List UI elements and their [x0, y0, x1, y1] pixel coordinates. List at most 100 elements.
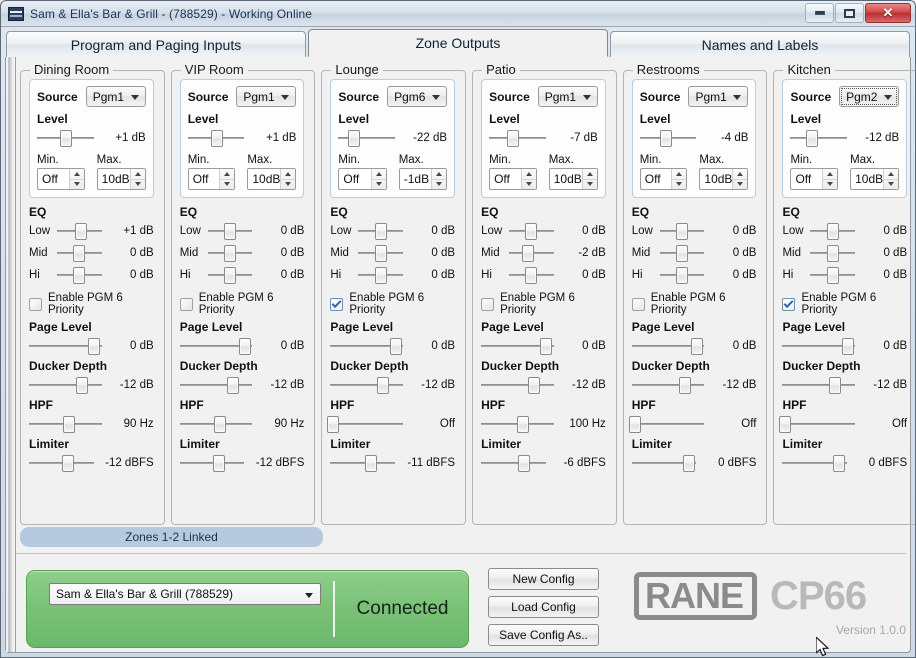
max-stepper-vip-room[interactable]: 10dB [247, 168, 297, 190]
pgm6-priority-checkbox-patio[interactable] [481, 297, 495, 311]
min-stepper-patio[interactable]: Off [489, 168, 537, 190]
eq-low-dining-room-slider[interactable] [57, 220, 102, 242]
limiter-restrooms-slider[interactable] [631, 452, 697, 474]
load-config-button[interactable]: Load Config [488, 596, 599, 618]
limiter-lounge-slider[interactable] [330, 452, 396, 474]
tab-program-and-paging-inputs[interactable]: Program and Paging Inputs [6, 31, 306, 57]
save-config-as-button[interactable]: Save Config As.. [488, 624, 599, 646]
level-patio-slider[interactable] [489, 127, 546, 149]
device-select[interactable]: Sam & Ella's Bar & Grill (788529) [49, 583, 321, 605]
max-stepper-kitchen[interactable]: 10dB [850, 168, 900, 190]
max-stepper-down[interactable] [733, 180, 747, 190]
min-stepper-buttons[interactable] [370, 169, 386, 189]
eq-mid-vip-room-slider[interactable] [207, 242, 253, 264]
min-stepper-down[interactable] [220, 180, 234, 190]
eq-low-patio-slider[interactable] [509, 220, 554, 242]
ducker-depth-lounge-thumb[interactable] [377, 377, 390, 394]
eq-mid-patio-thumb[interactable] [521, 245, 534, 262]
ducker-depth-restrooms-slider[interactable] [631, 374, 705, 396]
hpf-restrooms-thumb[interactable] [628, 416, 641, 433]
source-select-kitchen[interactable]: Pgm2 [839, 86, 900, 107]
min-stepper-kitchen[interactable]: Off [790, 168, 839, 190]
limiter-kitchen-thumb[interactable] [833, 455, 846, 472]
ducker-depth-kitchen-slider[interactable] [782, 374, 856, 396]
pgm6-priority-checkbox-lounge[interactable] [330, 297, 344, 311]
source-select-dining-room[interactable]: Pgm1 [85, 86, 146, 107]
eq-low-vip-room-thumb[interactable] [224, 223, 237, 240]
source-select-lounge[interactable]: Pgm6 [387, 86, 448, 107]
hpf-lounge-thumb[interactable] [327, 416, 340, 433]
max-stepper-buttons[interactable] [883, 169, 899, 189]
eq-low-dining-room-thumb[interactable] [75, 223, 88, 240]
max-stepper-up[interactable] [130, 169, 145, 180]
min-stepper-dining-room[interactable]: Off [37, 168, 85, 190]
max-stepper-up[interactable] [582, 169, 597, 180]
eq-hi-restrooms-thumb[interactable] [676, 267, 689, 284]
ducker-depth-dining-room-slider[interactable] [29, 374, 102, 396]
level-dining-room-thumb[interactable] [60, 130, 73, 147]
ducker-depth-vip-room-slider[interactable] [179, 374, 253, 396]
max-stepper-patio[interactable]: 10dB [548, 168, 598, 190]
min-stepper-down[interactable] [70, 180, 84, 190]
eq-mid-dining-room-slider[interactable] [57, 242, 102, 264]
pgm6-priority-row[interactable]: Enable PGM 6 Priority [29, 292, 154, 316]
source-select-vip-room[interactable]: Pgm1 [236, 86, 297, 107]
page-level-lounge-thumb[interactable] [389, 338, 402, 355]
level-restrooms-slider[interactable] [639, 127, 697, 149]
page-level-dining-room-thumb[interactable] [88, 338, 101, 355]
page-level-restrooms-slider[interactable] [631, 335, 705, 357]
limiter-patio-thumb[interactable] [517, 455, 530, 472]
max-stepper-buttons[interactable] [280, 169, 296, 189]
min-stepper-lounge[interactable]: Off [338, 168, 387, 190]
eq-mid-kitchen-slider[interactable] [810, 242, 856, 264]
pgm6-priority-row[interactable]: Enable PGM 6 Priority [631, 292, 757, 316]
ducker-depth-vip-room-thumb[interactable] [226, 377, 239, 394]
limiter-kitchen-slider[interactable] [782, 452, 848, 474]
hpf-patio-thumb[interactable] [517, 416, 530, 433]
page-level-vip-room-slider[interactable] [179, 335, 253, 357]
ducker-depth-dining-room-thumb[interactable] [76, 377, 89, 394]
limiter-dining-room-slider[interactable] [29, 452, 94, 474]
pgm6-priority-checkbox-vip-room[interactable] [179, 297, 193, 311]
source-select-restrooms[interactable]: Pgm1 [688, 86, 749, 107]
max-stepper-up[interactable] [281, 169, 296, 180]
page-level-patio-thumb[interactable] [540, 338, 553, 355]
max-stepper-lounge[interactable]: -1dB [398, 168, 448, 190]
eq-low-lounge-thumb[interactable] [374, 223, 387, 240]
ducker-depth-patio-slider[interactable] [481, 374, 554, 396]
hpf-patio-slider[interactable] [481, 413, 554, 435]
tab-names-and-labels[interactable]: Names and Labels [610, 31, 910, 57]
pgm6-priority-checkbox-dining-room[interactable] [29, 297, 42, 311]
eq-hi-lounge-slider[interactable] [358, 264, 404, 286]
new-config-button[interactable]: New Config [488, 568, 599, 590]
max-stepper-buttons[interactable] [129, 169, 145, 189]
eq-mid-dining-room-thumb[interactable] [73, 245, 86, 262]
eq-mid-kitchen-thumb[interactable] [826, 245, 839, 262]
limiter-vip-room-thumb[interactable] [212, 455, 225, 472]
limiter-restrooms-thumb[interactable] [682, 455, 695, 472]
pgm6-priority-row[interactable]: Enable PGM 6 Priority [179, 292, 305, 316]
min-stepper-down[interactable] [522, 180, 536, 190]
min-stepper-up[interactable] [672, 169, 687, 180]
max-stepper-buttons[interactable] [431, 169, 447, 189]
eq-mid-patio-slider[interactable] [509, 242, 554, 264]
ducker-depth-restrooms-thumb[interactable] [678, 377, 691, 394]
eq-low-patio-thumb[interactable] [525, 223, 538, 240]
eq-low-lounge-slider[interactable] [358, 220, 404, 242]
level-vip-room-slider[interactable] [187, 127, 245, 149]
eq-hi-vip-room-slider[interactable] [207, 264, 253, 286]
eq-mid-restrooms-thumb[interactable] [676, 245, 689, 262]
eq-hi-dining-room-slider[interactable] [57, 264, 102, 286]
page-level-kitchen-slider[interactable] [782, 335, 856, 357]
level-kitchen-thumb[interactable] [805, 130, 818, 147]
level-patio-thumb[interactable] [507, 130, 520, 147]
page-level-patio-slider[interactable] [481, 335, 554, 357]
min-stepper-restrooms[interactable]: Off [639, 168, 688, 190]
eq-mid-restrooms-slider[interactable] [659, 242, 705, 264]
level-kitchen-slider[interactable] [790, 127, 848, 149]
pgm6-priority-row[interactable]: Enable PGM 6 Priority [782, 292, 907, 316]
min-stepper-up[interactable] [69, 169, 84, 180]
ducker-depth-lounge-slider[interactable] [330, 374, 404, 396]
min-stepper-buttons[interactable] [219, 169, 235, 190]
eq-hi-dining-room-thumb[interactable] [73, 267, 86, 284]
